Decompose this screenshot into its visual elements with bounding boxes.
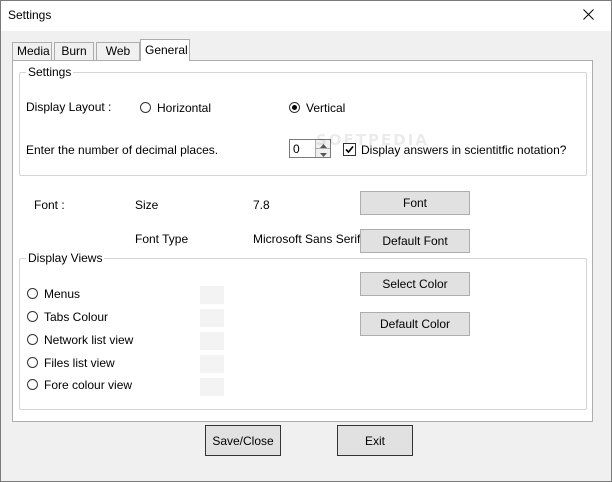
close-icon <box>582 9 594 23</box>
files-list-view-label: Files list view <box>44 356 115 370</box>
tab-web[interactable]: Web <box>96 42 140 61</box>
font-size-value: 7.8 <box>253 198 270 212</box>
files-list-view-swatch <box>200 355 224 373</box>
decimal-places-value: 0 <box>293 142 300 156</box>
network-list-view-radio[interactable] <box>27 334 38 345</box>
title-bar: Settings <box>1 1 611 31</box>
checkmark-icon <box>345 145 354 154</box>
scientific-notation-label: Display answers in scientitfic notation? <box>361 143 567 157</box>
tab-burn[interactable]: Burn <box>54 42 94 61</box>
tabs-colour-radio[interactable] <box>27 311 38 322</box>
fore-colour-view-radio[interactable] <box>27 379 38 390</box>
menus-color-swatch <box>200 286 224 304</box>
vertical-radio[interactable] <box>289 102 300 113</box>
exit-button[interactable]: Exit <box>337 425 413 456</box>
tabs-colour-swatch <box>200 309 224 327</box>
close-window-button[interactable] <box>565 1 611 31</box>
general-tab-panel: Settings Display Layout : Horizontal Ver… <box>12 60 593 422</box>
horizontal-radio[interactable] <box>140 102 151 113</box>
fore-colour-view-swatch <box>200 378 224 396</box>
display-views-legend: Display Views <box>26 251 105 265</box>
tab-general[interactable]: General <box>140 39 190 61</box>
default-color-button[interactable]: Default Color <box>360 312 470 336</box>
tab-media[interactable]: Media <box>12 42 52 61</box>
save-close-button[interactable]: Save/Close <box>205 425 281 456</box>
network-list-view-swatch <box>200 332 224 350</box>
menus-label: Menus <box>44 287 81 301</box>
files-list-view-radio[interactable] <box>27 357 38 368</box>
default-font-button[interactable]: Default Font <box>360 229 470 253</box>
window-title: Settings <box>8 8 52 22</box>
fore-colour-view-label: Fore colour view <box>44 378 133 392</box>
horizontal-label: Horizontal <box>157 101 212 115</box>
display-layout-label: Display Layout : <box>26 100 112 114</box>
network-list-view-label: Network list view <box>44 333 134 347</box>
font-type-label: Font Type <box>135 232 189 246</box>
display-views-groupbox: Display Views Menus Tabs Colour Network … <box>19 251 587 410</box>
font-button[interactable]: Font <box>360 191 470 215</box>
settings-window: Settings Media Burn Web General Settings… <box>0 0 612 482</box>
decimal-places-label: Enter the number of decimal places. <box>26 143 219 157</box>
menus-radio[interactable] <box>27 288 38 299</box>
font-label: Font : <box>34 198 65 212</box>
select-color-button[interactable]: Select Color <box>360 272 470 296</box>
settings-groupbox: Settings Display Layout : Horizontal Ver… <box>19 65 587 176</box>
tabs-colour-label: Tabs Colour <box>44 310 109 324</box>
settings-group-legend: Settings <box>26 65 74 79</box>
font-size-label: Size <box>135 198 159 212</box>
scientific-notation-checkbox[interactable] <box>343 143 356 156</box>
font-type-value: Microsoft Sans Serif <box>253 232 361 246</box>
vertical-label: Vertical <box>306 101 346 115</box>
spinner-down-button[interactable] <box>316 149 330 158</box>
